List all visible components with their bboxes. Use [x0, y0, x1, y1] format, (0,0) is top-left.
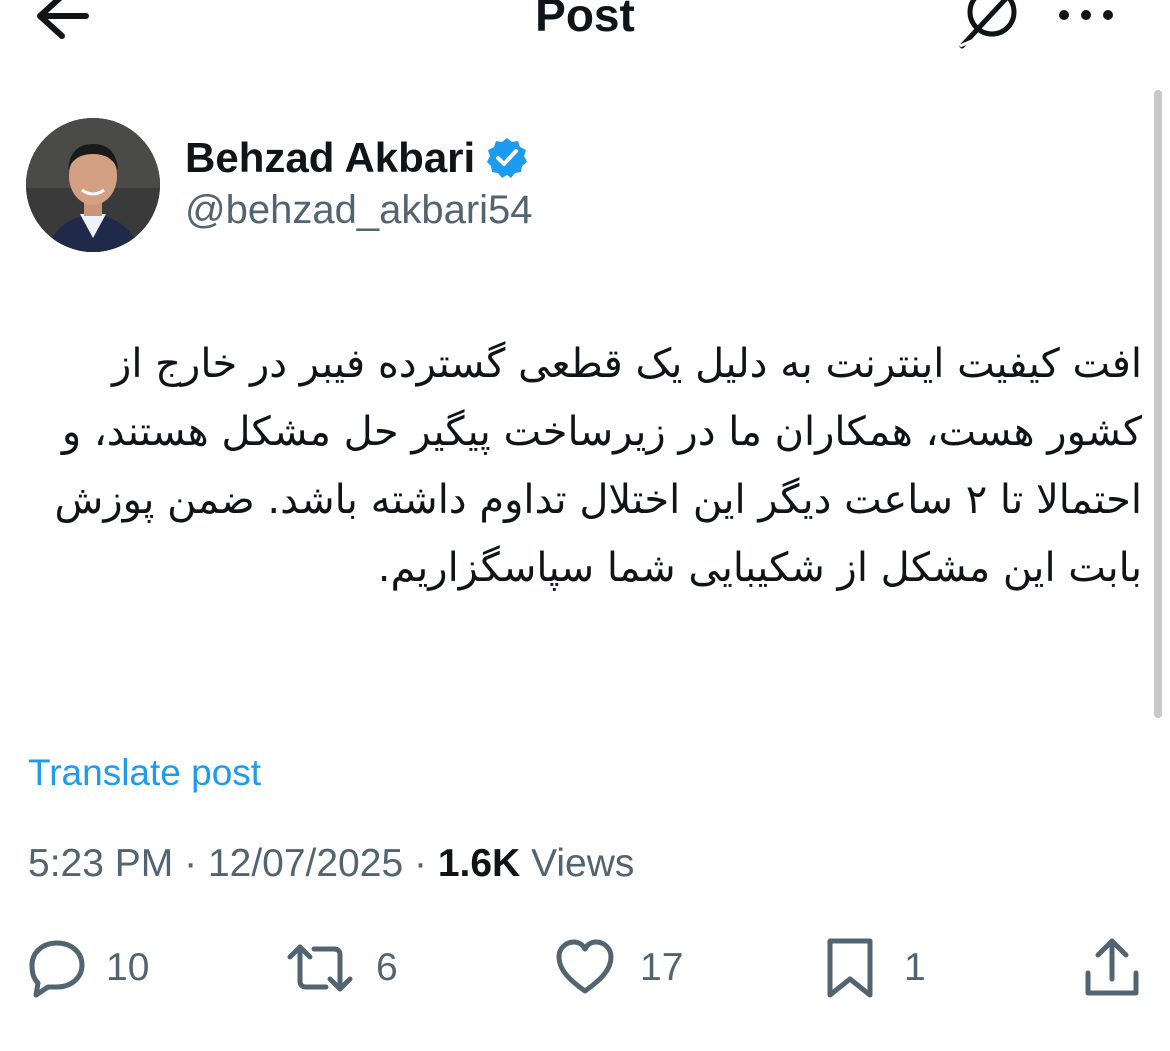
- post-time[interactable]: 5:23 PM: [28, 842, 173, 885]
- avatar[interactable]: [26, 118, 160, 252]
- repost-count: 6: [376, 946, 398, 989]
- share-button[interactable]: [1082, 930, 1142, 1006]
- bookmark-icon: [827, 938, 873, 998]
- post-date[interactable]: 12/07/2025: [208, 842, 403, 885]
- post-text: افت کیفیت اینترنت به دلیل یک قطعی گسترده…: [54, 341, 1142, 591]
- translate-post-link[interactable]: Translate post: [28, 752, 261, 794]
- like-count: 17: [640, 946, 684, 989]
- reply-count: 10: [106, 946, 150, 989]
- action-bar: 10 6 17 1: [0, 930, 1170, 1010]
- repost-button[interactable]: 6: [286, 930, 398, 1006]
- share-icon: [1085, 938, 1139, 996]
- more-options-button[interactable]: [1056, 0, 1116, 30]
- separator: ·: [413, 842, 427, 885]
- reply-button[interactable]: 10: [26, 930, 149, 1006]
- repost-icon: [287, 944, 353, 992]
- heart-icon: [556, 939, 614, 994]
- more-horizontal-icon: [1059, 10, 1113, 20]
- grok-button[interactable]: [954, 0, 1026, 50]
- separator: ·: [184, 842, 198, 885]
- views-count: 1.6K: [437, 842, 521, 885]
- author-name-row[interactable]: Behzad Akbari: [185, 134, 529, 182]
- author-handle[interactable]: @behzad_akbari54: [185, 188, 533, 233]
- reply-icon: [29, 940, 85, 998]
- grok-icon: [959, 0, 1017, 49]
- display-name: Behzad Akbari: [185, 134, 476, 181]
- bookmark-count: 1: [904, 946, 926, 989]
- top-bar: Post: [0, 0, 1170, 60]
- like-button[interactable]: 17: [554, 930, 683, 1006]
- verified-badge-icon: [485, 136, 529, 180]
- post-metadata: 5:23 PM · 12/07/2025 · 1.6K Views: [28, 842, 634, 886]
- views-label: Views: [531, 842, 635, 885]
- scrollbar[interactable]: [1154, 90, 1162, 718]
- bookmark-button[interactable]: 1: [822, 930, 926, 1006]
